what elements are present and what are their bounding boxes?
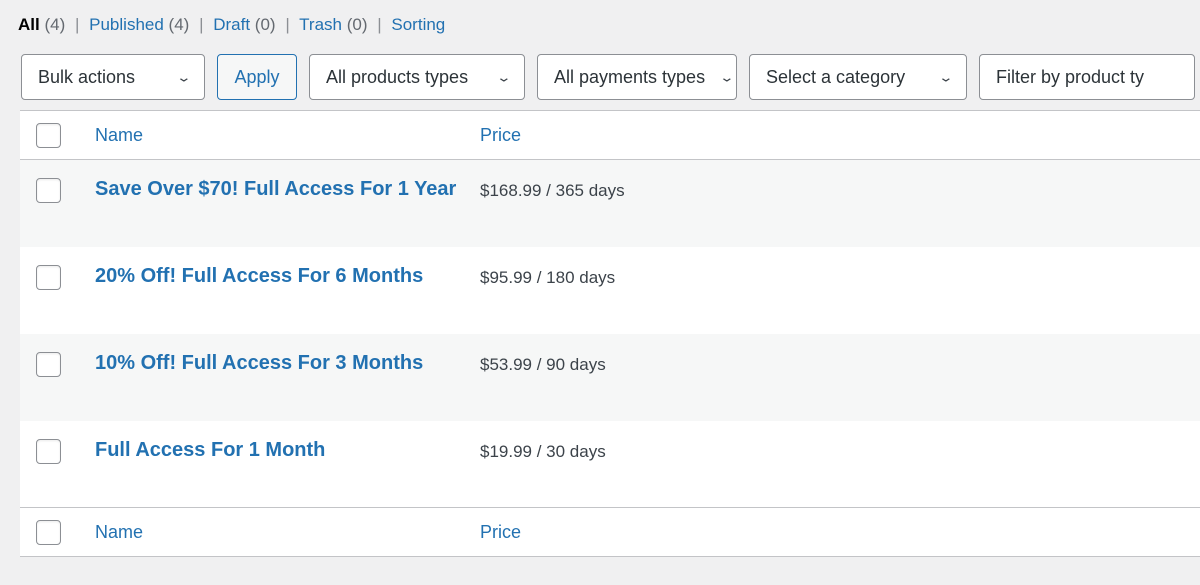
chevron-down-icon: ⌄: [719, 69, 735, 85]
product-name-link[interactable]: Full Access For 1 Month: [95, 439, 325, 462]
row-price-cell: $53.99 / 90 days: [480, 334, 780, 421]
filter-separator: |: [199, 15, 204, 34]
row-price-cell: $95.99 / 180 days: [480, 247, 780, 334]
apply-button[interactable]: Apply: [217, 54, 297, 100]
select-all-checkbox[interactable]: [36, 122, 61, 148]
row-checkbox[interactable]: [36, 178, 61, 203]
product-price: $95.99 / 180 days: [480, 267, 616, 287]
status-filter-trash-link[interactable]: Trash: [299, 15, 342, 34]
sort-by-name-link-footer[interactable]: Name: [95, 522, 143, 542]
select-all-header: [20, 110, 95, 160]
bulk-actions-label: Bulk actions: [38, 66, 136, 87]
status-filter-sorting[interactable]: Sorting: [391, 15, 445, 34]
status-filter-all-count: (4): [44, 15, 66, 34]
table-head: Name Price: [20, 110, 1200, 160]
status-filter-trash[interactable]: Trash (0): [299, 15, 372, 34]
row-select-wrap: [20, 334, 95, 377]
payment-types-label: All payments types: [554, 66, 706, 87]
column-footer-price: Price: [480, 507, 780, 557]
status-filter-list: All (4) | Published (4) | Draft (0) | Tr…: [18, 12, 445, 38]
row-spacer-cell: [780, 421, 1200, 508]
product-name-link[interactable]: 20% Off! Full Access For 6 Months: [95, 265, 423, 288]
select-all-footer: [20, 507, 95, 557]
row-select-cell: [20, 334, 95, 421]
column-footer-name: Name: [95, 507, 480, 557]
row-name-cell: Save Over $70! Full Access For 1 Year: [95, 160, 480, 247]
table-toolbar: Bulk actions ⌄ Apply All products types …: [0, 50, 1200, 104]
product-name-link[interactable]: 10% Off! Full Access For 3 Months: [95, 352, 423, 375]
row-select-wrap: [20, 160, 95, 203]
sort-by-price-link[interactable]: Price: [480, 125, 521, 145]
select-all-footer-wrap: [20, 519, 95, 545]
filter-separator: |: [285, 15, 290, 34]
table-row: 20% Off! Full Access For 6 Months $95.99…: [20, 246, 1200, 334]
select-all-wrap: [20, 122, 95, 148]
status-filter-sorting-link[interactable]: Sorting: [391, 15, 445, 34]
status-filter-published-link[interactable]: Published: [89, 15, 164, 34]
row-spacer-cell: [780, 334, 1200, 421]
status-filter-published-count: (4): [168, 15, 190, 34]
status-filter-draft-count: (0): [254, 15, 276, 34]
product-types-select[interactable]: All products types ⌄: [309, 54, 525, 100]
chevron-down-icon: ⌄: [938, 69, 955, 85]
row-select-wrap: [20, 421, 95, 464]
table-row: 10% Off! Full Access For 3 Months $53.99…: [20, 333, 1200, 421]
column-header-name: Name: [95, 110, 480, 160]
status-filter-all-link[interactable]: All: [18, 15, 40, 34]
row-checkbox[interactable]: [36, 438, 61, 464]
sort-by-price-link-footer[interactable]: Price: [480, 522, 521, 542]
row-price-cell: $19.99 / 30 days: [480, 421, 780, 508]
row-select-cell: [20, 421, 95, 508]
column-header-spacer: [780, 110, 1200, 160]
row-select-cell: [20, 247, 95, 334]
product-types-label: All products types: [326, 66, 469, 87]
chevron-down-icon: ⌄: [176, 69, 193, 85]
product-price: $53.99 / 90 days: [480, 354, 606, 374]
table-body: Save Over $70! Full Access For 1 Year $1…: [20, 159, 1200, 508]
bulk-actions-select[interactable]: Bulk actions ⌄: [21, 54, 205, 100]
status-filter-published[interactable]: Published (4): [89, 15, 194, 34]
category-select[interactable]: Select a category ⌄: [749, 54, 967, 100]
product-price: $19.99 / 30 days: [480, 441, 606, 461]
column-header-price: Price: [480, 110, 780, 160]
status-filter-all[interactable]: All (4): [18, 15, 70, 34]
status-filter-draft[interactable]: Draft (0): [213, 15, 280, 34]
row-spacer-cell: [780, 160, 1200, 247]
table-row: Full Access For 1 Month $19.99 / 30 days: [20, 420, 1200, 508]
row-select-cell: [20, 160, 95, 247]
row-name-cell: 20% Off! Full Access For 6 Months: [95, 247, 480, 334]
row-name-cell: 10% Off! Full Access For 3 Months: [95, 334, 480, 421]
status-filter-trash-count: (0): [346, 15, 368, 34]
products-table: Name Price Save Over $70! Full Access Fo…: [20, 110, 1200, 557]
filter-product-type-select[interactable]: Filter by product ty: [979, 54, 1195, 100]
sort-by-name-link[interactable]: Name: [95, 125, 143, 145]
payment-types-select[interactable]: All payments types ⌄: [537, 54, 737, 100]
table-foot: Name Price: [20, 507, 1200, 557]
table-row: Save Over $70! Full Access For 1 Year $1…: [20, 159, 1200, 247]
column-footer-spacer: [780, 507, 1200, 557]
row-price-cell: $168.99 / 365 days: [480, 160, 780, 247]
status-filter-draft-link[interactable]: Draft: [213, 15, 250, 34]
filter-separator: |: [74, 15, 80, 34]
row-select-wrap: [20, 247, 95, 290]
product-name-link[interactable]: Save Over $70! Full Access For 1 Year: [95, 178, 456, 201]
table-footer-row: Name Price: [20, 507, 1200, 557]
chevron-down-icon: ⌄: [496, 69, 513, 85]
row-spacer-cell: [780, 247, 1200, 334]
category-label: Select a category: [766, 66, 906, 87]
table-header-row: Name Price: [20, 110, 1200, 160]
select-all-checkbox-footer[interactable]: [36, 519, 61, 545]
filter-separator: |: [377, 15, 382, 34]
row-checkbox[interactable]: [36, 264, 61, 290]
filter-product-type-label: Filter by product ty: [996, 66, 1145, 87]
row-name-cell: Full Access For 1 Month: [95, 421, 480, 508]
row-checkbox[interactable]: [36, 351, 61, 377]
product-price: $168.99 / 365 days: [480, 181, 625, 200]
